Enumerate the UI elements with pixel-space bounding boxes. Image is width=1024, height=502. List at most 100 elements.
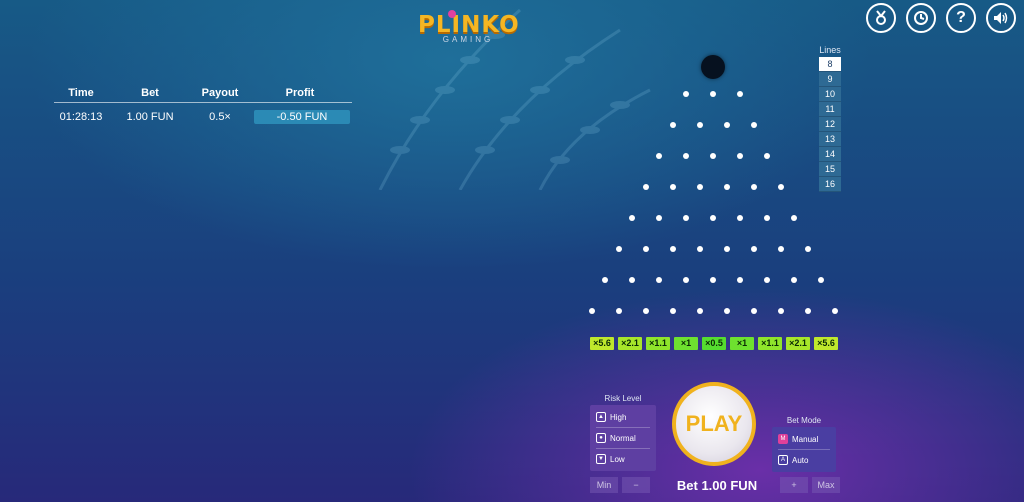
history-header-row: Time Bet Payout Profit: [54, 84, 352, 103]
multiplier-bucket: ×5.6: [814, 337, 838, 350]
lines-label: Lines: [819, 45, 841, 55]
peg: [629, 215, 635, 221]
risk-option-low[interactable]: ▼ Low: [596, 449, 650, 469]
bet-max-button[interactable]: Max: [812, 477, 840, 493]
risk-option-normal[interactable]: ● Normal: [596, 428, 650, 449]
history-icon[interactable]: [906, 3, 936, 33]
peg: [737, 277, 743, 283]
risk-high-icon: ▲: [596, 412, 606, 422]
history-header-profit: Profit: [285, 87, 315, 99]
lines-option-15[interactable]: 15: [819, 162, 841, 177]
multiplier-bucket: ×2.1: [618, 337, 642, 350]
top-icon-bar: ?: [866, 3, 1016, 33]
lines-option-12[interactable]: 12: [819, 117, 841, 132]
lines-option-11[interactable]: 11: [819, 102, 841, 117]
peg: [777, 246, 784, 252]
peg: [777, 184, 784, 190]
risk-option-high[interactable]: ▲ High: [596, 407, 650, 428]
risk-normal-icon: ●: [596, 433, 606, 443]
peg: [615, 246, 622, 252]
peg: [791, 215, 797, 221]
history-time: 01:28:13: [59, 111, 103, 123]
history-header-bet: Bet: [141, 87, 159, 99]
lines-option-14[interactable]: 14: [819, 147, 841, 162]
peg: [764, 277, 770, 283]
peg: [791, 277, 797, 283]
peg: [723, 184, 730, 190]
risk-option-label: Normal: [610, 433, 636, 443]
lines-option-10[interactable]: 10: [819, 87, 841, 102]
manual-key-icon: M: [778, 434, 788, 444]
peg: [777, 308, 784, 314]
history-row: 01:28:13 1.00 FUN 0.5× -0.50 FUN: [54, 107, 352, 127]
multiplier-bucket: ×1: [674, 337, 698, 350]
history-profit-cell: -0.50 FUN: [248, 110, 352, 124]
peg: [669, 184, 676, 190]
peg: [764, 153, 770, 159]
peg: [750, 246, 757, 252]
history-header-time: Time: [68, 87, 94, 99]
control-panel: Risk Level ▲ High ● Normal ▼ Low PLAY Bet M…: [590, 378, 840, 502]
peg: [683, 215, 689, 221]
peg: [615, 308, 622, 314]
history-profit: -0.50 FUN: [254, 110, 350, 124]
medal-icon[interactable]: [866, 3, 896, 33]
bet-amount-bar: Min − Bet 1.00 FUN + Max: [590, 476, 840, 494]
mode-option-auto[interactable]: A Auto: [778, 450, 830, 470]
multiplier-bucket: ×5.6: [590, 337, 614, 350]
multiplier-bucket: ×1: [730, 337, 754, 350]
play-button[interactable]: PLAY: [672, 382, 756, 466]
peg: [710, 277, 716, 283]
peg: [750, 308, 757, 314]
peg: [831, 308, 838, 314]
risk-level-label: Risk Level: [604, 394, 642, 403]
peg: [696, 122, 703, 128]
peg: [683, 153, 689, 159]
help-icon[interactable]: ?: [946, 3, 976, 33]
lines-selector: Lines 8 9 10 11 12 13 14 15 16: [819, 45, 841, 192]
multiplier-bucket: ×0.5: [702, 337, 726, 350]
peg: [669, 246, 676, 252]
lines-option-16[interactable]: 16: [819, 177, 841, 192]
peg: [642, 308, 649, 314]
peg: [683, 91, 689, 97]
peg: [750, 122, 757, 128]
mode-option-manual[interactable]: M Manual: [778, 429, 830, 450]
mode-option-label: Manual: [792, 434, 819, 444]
peg: [696, 184, 703, 190]
peg: [696, 246, 703, 252]
peg: [656, 215, 662, 221]
ball-drop-hole: [701, 55, 725, 79]
bet-history-table: Time Bet Payout Profit 01:28:13 1.00 FUN…: [54, 84, 352, 127]
auto-key-icon: A: [778, 455, 788, 465]
peg: [750, 184, 757, 190]
sound-icon[interactable]: [986, 3, 1016, 33]
history-header-payout: Payout: [201, 87, 239, 99]
history-payout: 0.5×: [209, 111, 231, 123]
lines-option-8[interactable]: 8: [819, 57, 841, 72]
bet-mode-label: Bet Mode: [786, 416, 822, 425]
peg: [710, 91, 716, 97]
peg: [683, 277, 689, 283]
peg: [588, 308, 595, 314]
peg: [669, 308, 676, 314]
peg: [602, 277, 608, 283]
lines-option-9[interactable]: 9: [819, 72, 841, 87]
peg: [642, 184, 649, 190]
peg: [723, 308, 730, 314]
risk-option-label: Low: [610, 454, 625, 464]
multiplier-bucket: ×2.1: [786, 337, 810, 350]
bet-mode-selector: Bet Mode M Manual A Auto: [772, 416, 836, 472]
peg: [723, 246, 730, 252]
peg: [764, 215, 770, 221]
risk-low-icon: ▼: [596, 454, 606, 464]
peg: [737, 153, 743, 159]
logo-ball-icon: [448, 10, 456, 18]
multiplier-bucket: ×1.1: [646, 337, 670, 350]
peg: [804, 246, 811, 252]
bet-decrease-button[interactable]: −: [622, 477, 650, 493]
bet-min-button[interactable]: Min: [590, 477, 618, 493]
lines-option-13[interactable]: 13: [819, 132, 841, 147]
bet-increase-button[interactable]: +: [780, 477, 808, 493]
plinko-logo: PLINKO GAMING: [418, 10, 519, 52]
